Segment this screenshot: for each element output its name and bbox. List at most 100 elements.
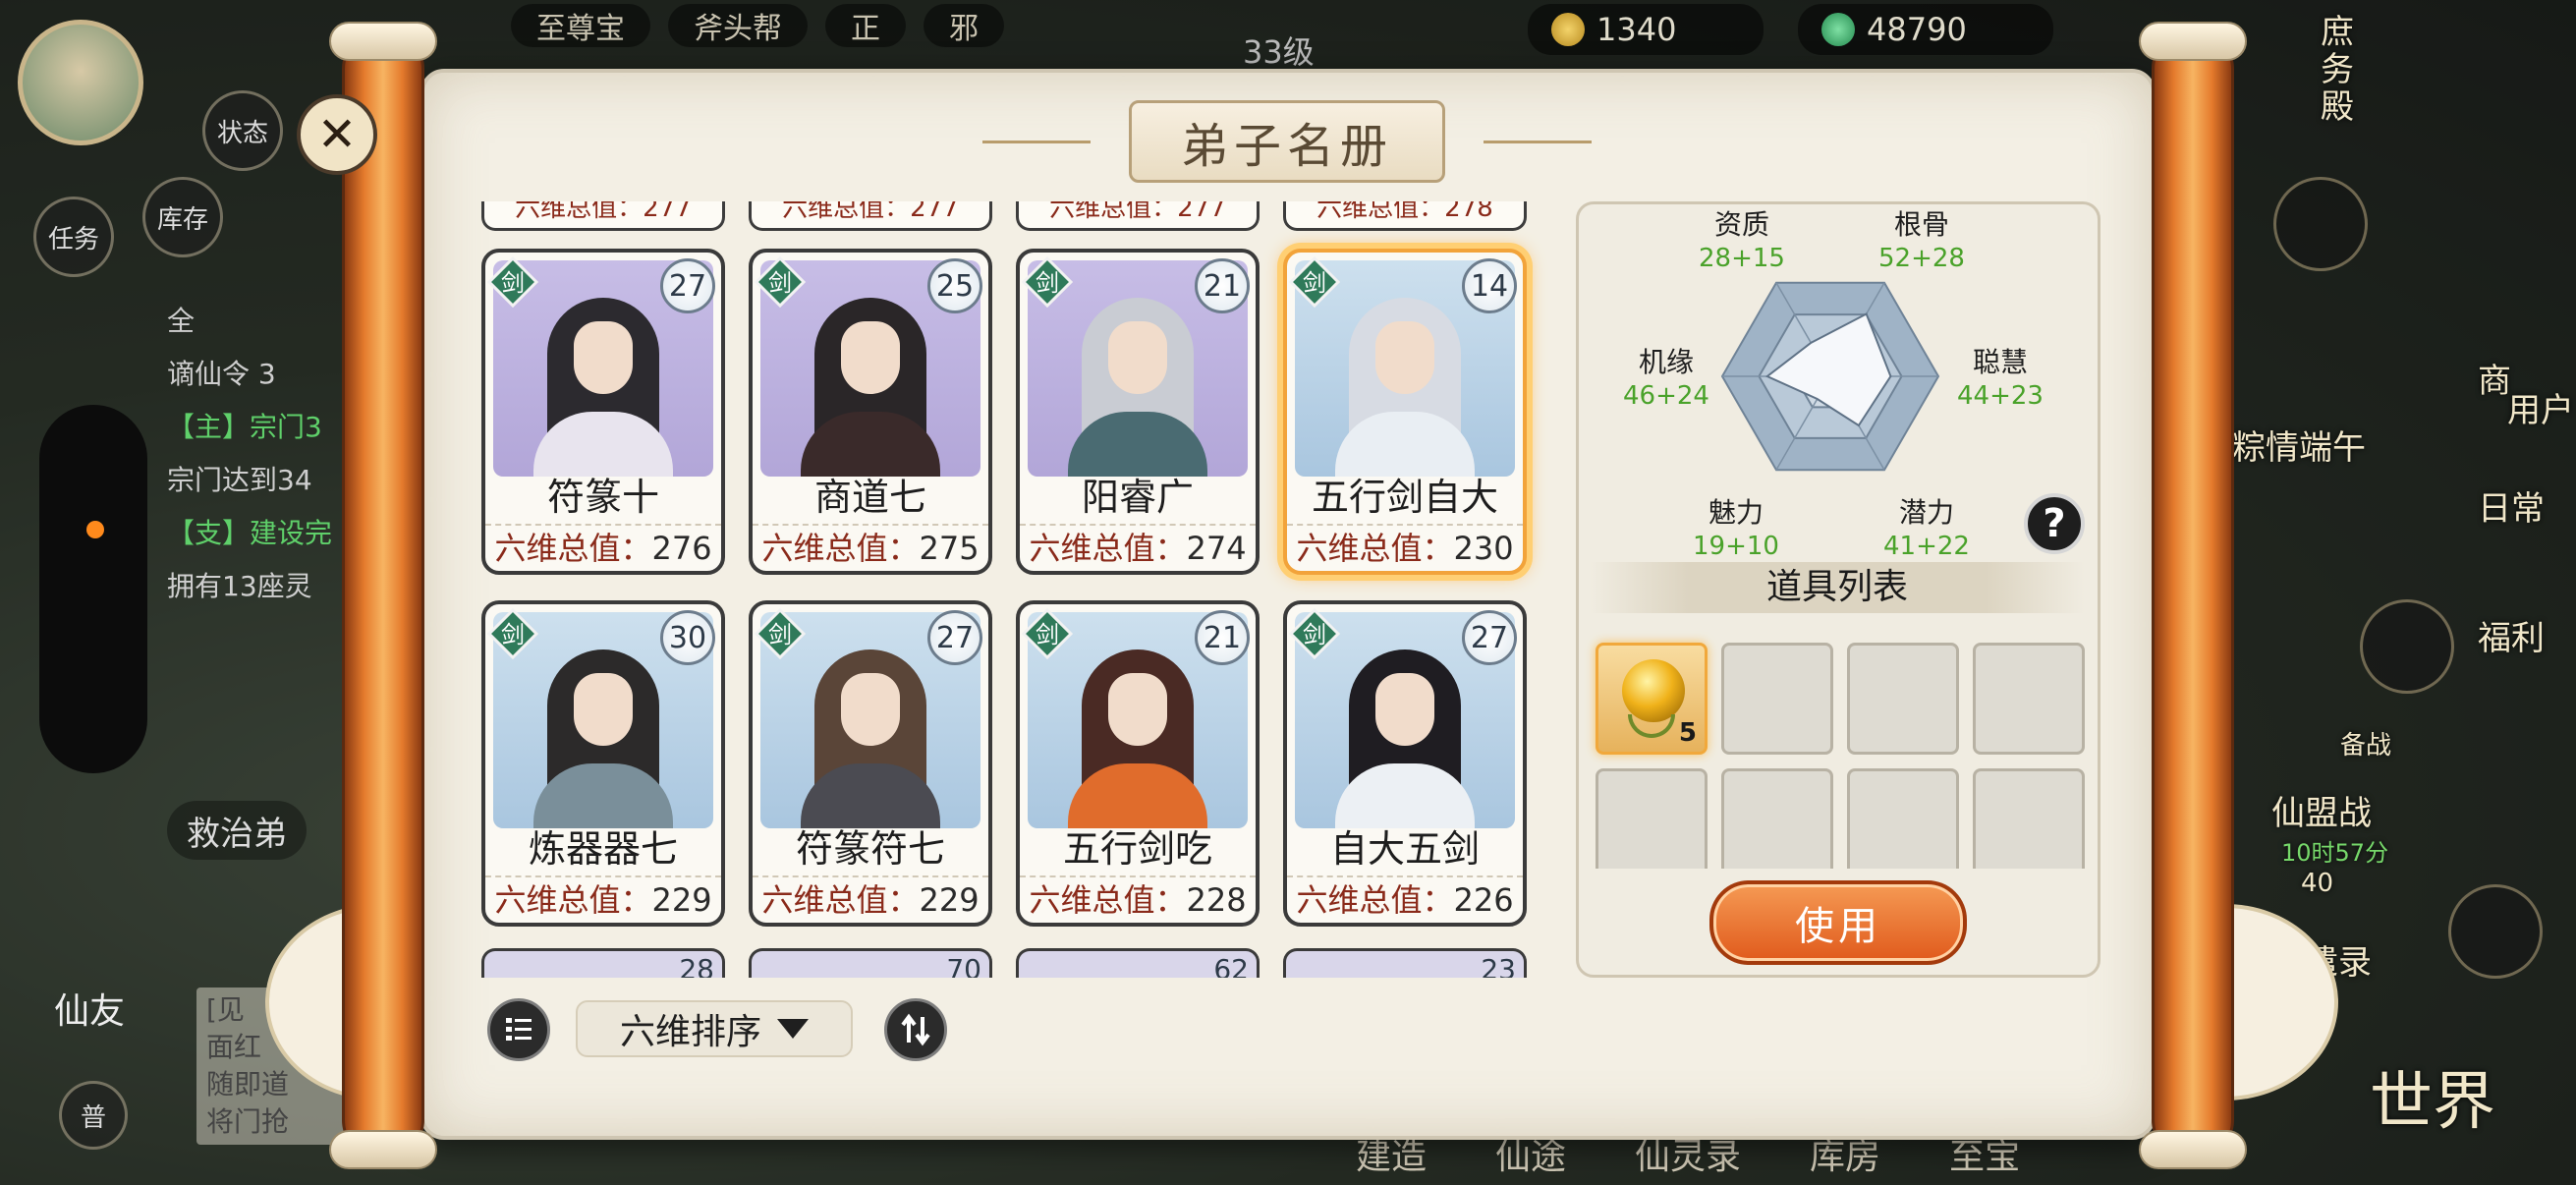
close-button[interactable]: ✕ (297, 94, 377, 175)
sword-class-icon: 剑 (755, 608, 806, 659)
level-badge: 27 (927, 610, 982, 665)
filter-button[interactable] (487, 998, 550, 1061)
hall-button[interactable]: 庶务殿 (2321, 14, 2360, 126)
jade-counter[interactable]: 48790 (1798, 4, 2053, 55)
daily-button[interactable]: 日常 (2478, 481, 2545, 530)
quest-line: 【主】宗门3 (167, 411, 322, 443)
top-tab-axe[interactable]: 斧头帮 (668, 4, 808, 47)
quest-panel[interactable]: 全 谪仙令 3 【主】宗门3 宗门达到34 【支】建设完 拥有13座灵 (167, 295, 364, 649)
stat-value: 275 (919, 530, 980, 567)
six-dim-total: 六维总值：226 (1287, 875, 1523, 923)
stat-bone: 根骨 52+28 (1878, 208, 1965, 273)
stat-label: 六维总值： (761, 530, 920, 567)
character-figure (797, 632, 944, 828)
peek-card[interactable]: 23 (1283, 948, 1527, 978)
heal-button[interactable]: 救治弟 (167, 801, 307, 860)
item-slot-empty[interactable] (1847, 643, 1959, 755)
sort-order-button[interactable] (884, 998, 947, 1061)
disciple-card[interactable]: 剑 21 五行剑吃 六维总值：228 (1016, 600, 1260, 927)
quest-line: 拥有13座灵 (167, 570, 312, 602)
item-slot-empty[interactable] (1721, 643, 1833, 755)
sort-dropdown[interactable]: 六维排序 (576, 1000, 853, 1057)
peek-card[interactable]: 62 (1016, 948, 1260, 978)
level-badge: 14 (1462, 258, 1517, 313)
storage-button[interactable]: 库存 (142, 177, 223, 257)
item-slot-empty[interactable] (1973, 643, 2085, 755)
sword-class-icon: 剑 (1022, 608, 1073, 659)
stat-value: 274 (1186, 530, 1247, 567)
world-button[interactable]: 世界 (2370, 1051, 2495, 1142)
level-badge: 27 (1462, 610, 1517, 665)
question-icon: ? (2043, 501, 2066, 546)
item-slot-empty[interactable] (1721, 768, 1833, 869)
disciple-grid[interactable]: 六维总值：277 六维总值：277 六维总值：277 六维总值：278 剑 27 符… (474, 201, 1554, 978)
quest-line: 宗门达到34 (167, 464, 312, 496)
top-tab-supreme[interactable]: 至尊宝 (511, 4, 650, 47)
disciple-card[interactable]: 剑 14 五行剑自大 六维总值：230 (1283, 249, 1527, 575)
slider-dot-icon (86, 521, 104, 538)
six-dim-total: 六维总值：275 (753, 524, 988, 571)
stat-aptitude: 资质 28+15 (1699, 208, 1785, 273)
peek-card[interactable]: 六维总值：277 (749, 201, 992, 231)
orb-stem-decoration (1628, 714, 1675, 738)
disciple-card[interactable]: 剑 27 自大五剑 六维总值：226 (1283, 600, 1527, 927)
welfare-button[interactable]: 福利 (2478, 611, 2545, 659)
peek-card[interactable]: 70 (749, 948, 992, 978)
character-figure (530, 280, 677, 477)
sword-class-icon: 剑 (755, 256, 806, 308)
level-badge: 30 (660, 610, 715, 665)
prep-label: 备战 (2340, 731, 2392, 761)
peek-card[interactable]: 六维总值：277 (481, 201, 725, 231)
friends-button[interactable]: 仙友 (54, 983, 125, 1034)
coin-icon (1551, 13, 1585, 46)
disciple-name: 符篆十 (546, 476, 659, 519)
quest-line: 【支】建设完 (167, 517, 333, 549)
help-button[interactable]: ? (2024, 493, 2085, 554)
dispatch-count: 40 (2301, 869, 2334, 898)
disciple-name: 符篆符七 (795, 827, 945, 871)
item-slot-empty[interactable] (1973, 768, 2085, 869)
disciple-card[interactable]: 剑 25 商道七 六维总值：275 (749, 249, 992, 575)
item-slot-empty[interactable] (1847, 768, 1959, 869)
task-button[interactable]: 任务 (33, 197, 114, 277)
leaf-icon[interactable] (2360, 599, 2454, 694)
rod-cap (329, 1130, 437, 1169)
sword-class-icon: 剑 (1022, 256, 1073, 308)
play-icon[interactable] (2448, 884, 2543, 979)
shop-button[interactable]: 商 (2478, 354, 2511, 402)
player-avatar[interactable] (18, 20, 143, 145)
heal-label: 救治弟 (187, 814, 287, 854)
festival-button[interactable]: 粽情端午 (2232, 421, 2366, 469)
peek-card[interactable]: 六维总值：277 (1016, 201, 1260, 231)
sword-class-icon: 剑 (1289, 608, 1340, 659)
item-slot-empty[interactable] (1596, 768, 1708, 869)
rod-cap (2139, 22, 2247, 61)
top-tab-righteous[interactable]: 正 (825, 4, 906, 47)
stat-fortune: 机缘 46+24 (1623, 346, 1709, 411)
stat-label: 六维总值： (761, 881, 920, 919)
rod-cap (2139, 1130, 2247, 1169)
page-title: 弟子名册 (1128, 100, 1445, 183)
stat-wisdom: 聪慧 44+23 (1957, 346, 2044, 411)
disciple-card[interactable]: 剑 30 炼器器七 六维总值：229 (481, 600, 725, 927)
top-tab-evil[interactable]: 邪 (924, 4, 1004, 47)
common-chat-button[interactable]: 普 (59, 1081, 128, 1150)
disciple-card[interactable]: 剑 27 符篆十 六维总值：276 (481, 249, 725, 575)
peek-card[interactable]: 28 (481, 948, 725, 978)
disciple-card[interactable]: 剑 27 符篆符七 六维总值：229 (749, 600, 992, 927)
peek-card[interactable]: 六维总值：278 (1283, 201, 1527, 231)
six-dim-total: 六维总值：276 (485, 524, 721, 571)
use-item-button[interactable]: 使用 (1709, 880, 1967, 965)
side-slider[interactable] (39, 405, 147, 773)
item-slot-golden-orb[interactable]: 5 (1596, 643, 1708, 755)
disciple-card[interactable]: 剑 21 阳睿广 六维总值：274 (1016, 249, 1260, 575)
stat-value: 226 (1453, 881, 1514, 919)
war-button[interactable]: 仙盟战 (2271, 786, 2372, 834)
status-button[interactable]: 状态 (202, 90, 283, 171)
coin-counter[interactable]: 1340 (1528, 4, 1764, 55)
disciple-name: 炼器器七 (528, 827, 678, 871)
user-button[interactable]: 用户 (2507, 383, 2574, 431)
sword-glyph: 剑 (768, 621, 792, 649)
stat-label: 六维总值： (1296, 881, 1454, 919)
compass-icon[interactable] (2273, 177, 2368, 271)
